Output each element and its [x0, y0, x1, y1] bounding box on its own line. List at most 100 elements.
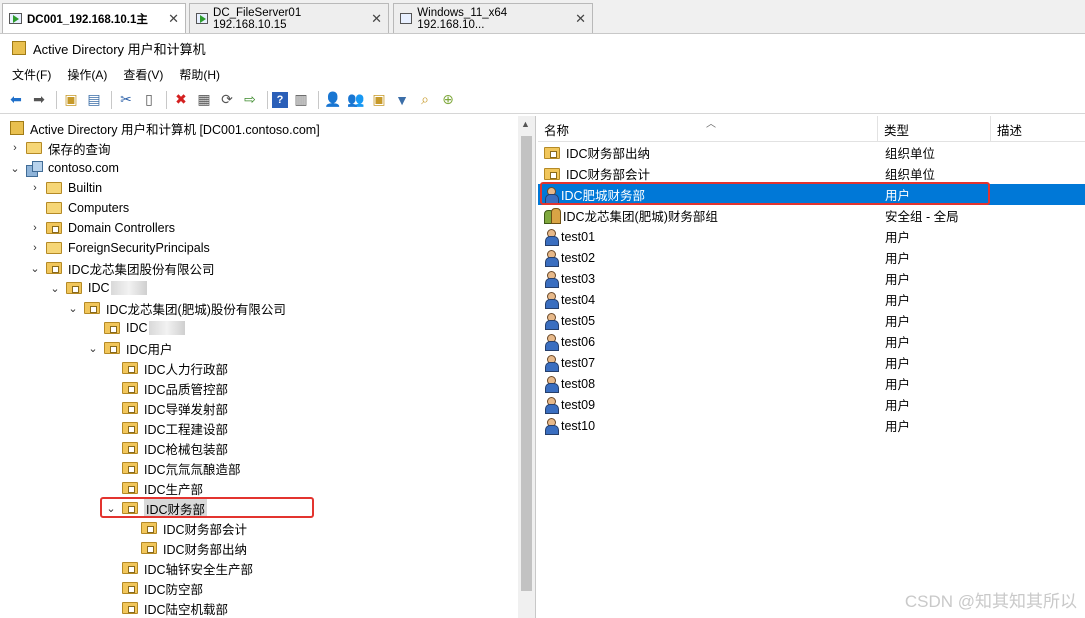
tree-item-foreign[interactable]: › ForeignSecurityPrincipals	[28, 238, 210, 258]
list-item-type: 用户	[885, 252, 911, 266]
list-item[interactable]: test02 用户	[538, 247, 1085, 268]
chevron-down-icon[interactable]: ⌄	[48, 282, 62, 295]
tree-item-domain-controllers[interactable]: › Domain Controllers	[28, 218, 175, 238]
tree-item-dept[interactable]: IDC导弹发射部	[122, 398, 228, 418]
tab-fileserver[interactable]: DC_FileServer01 192.168.10.15 ✕	[189, 3, 389, 33]
list-item[interactable]: IDC财务部会计 组织单位	[538, 163, 1085, 184]
tree-item-idc-redacted-2[interactable]: IDC	[104, 318, 185, 338]
list-item-type: 用户	[885, 336, 911, 350]
tree-root[interactable]: Active Directory 用户和计算机 [DC001.contoso.c…	[10, 118, 320, 138]
column-description[interactable]: 描述	[991, 116, 1085, 142]
chevron-right-icon[interactable]: ›	[8, 142, 22, 154]
list-item[interactable]: IDC肥城财务部 用户	[538, 184, 1085, 205]
list-item[interactable]: IDC龙芯集团(肥城)财务部组 安全组 - 全局	[538, 205, 1085, 226]
chevron-right-icon[interactable]: ›	[28, 182, 42, 194]
help-icon[interactable]: ?	[272, 91, 288, 108]
ou-icon	[84, 302, 100, 314]
tree-label: Computers	[68, 201, 130, 215]
tree-scrollbar[interactable]: ▲	[518, 116, 535, 618]
tab-label: DC_FileServer01 192.168.10.15	[213, 6, 302, 31]
tree-item-dept[interactable]: IDC陆空机载部	[122, 598, 228, 618]
chevron-down-icon[interactable]: ⌄	[28, 262, 42, 275]
menu-file[interactable]: 文件(F)	[12, 66, 51, 83]
chevron-down-icon[interactable]: ⌄	[8, 162, 22, 175]
list-item[interactable]: test07 用户	[538, 352, 1085, 373]
tree-item-dept[interactable]: IDC氘氚氚酿造部	[122, 458, 241, 478]
tree-item-domain[interactable]: ⌄ contoso.com	[8, 158, 119, 178]
list-item[interactable]: test08 用户	[538, 373, 1085, 394]
tree-item-finance[interactable]: ⌄ IDC财务部	[104, 498, 208, 518]
tree-item-idc-redacted[interactable]: ⌄ IDC	[48, 278, 147, 298]
chevron-right-icon[interactable]: ›	[28, 242, 42, 254]
tree-item-subsidiary[interactable]: ⌄ IDC龙芯集团(肥城)股份有限公司	[66, 298, 286, 318]
chevron-right-icon[interactable]: ›	[28, 222, 42, 234]
chevron-down-icon[interactable]: ⌄	[104, 502, 118, 515]
tab-dc001[interactable]: DC001_192.168.10.1主 ✕	[2, 3, 186, 33]
column-type[interactable]: 类型	[878, 116, 991, 142]
new-group-icon[interactable]: 👥	[346, 90, 366, 110]
scroll-up-icon[interactable]: ▲	[521, 119, 530, 129]
tree-label: contoso.com	[48, 161, 119, 175]
tree-item-dept[interactable]: IDC防空部	[122, 578, 203, 598]
list-item[interactable]: test06 用户	[538, 331, 1085, 352]
list-item[interactable]: test03 用户	[538, 268, 1085, 289]
tree-item-finance-child[interactable]: IDC财务部会计	[141, 518, 247, 538]
new-ou-icon[interactable]: ▣	[369, 90, 389, 110]
forward-arrow-icon[interactable]: ➡	[29, 90, 49, 110]
refresh-icon[interactable]: ⟳	[217, 90, 237, 110]
menu-help[interactable]: 帮助(H)	[179, 66, 220, 83]
list-item[interactable]: test09 用户	[538, 394, 1085, 415]
list-item[interactable]: test01 用户	[538, 226, 1085, 247]
cut-icon[interactable]: ✂	[116, 90, 136, 110]
show-tree-icon[interactable]: ▤	[84, 90, 104, 110]
list-item-label: test04	[561, 292, 596, 307]
tree-item-computers[interactable]: Computers	[46, 198, 129, 218]
column-name[interactable]: 名称 ︿	[538, 116, 878, 142]
tree-root-label: Active Directory 用户和计算机 [DC001.contoso.c…	[30, 122, 320, 137]
tree-item-dept[interactable]: IDC工程建设部	[122, 418, 228, 438]
menu-action[interactable]: 操作(A)	[67, 66, 107, 83]
list-item[interactable]: test10 用户	[538, 415, 1085, 436]
find-icon[interactable]: ⌕	[415, 90, 435, 110]
back-arrow-icon[interactable]: ⬅	[6, 90, 26, 110]
list-item[interactable]: IDC财务部出纳 组织单位	[538, 142, 1085, 163]
tab-windows11[interactable]: Windows_11_x64 192.168.10... ✕	[393, 3, 593, 33]
tree-item-company[interactable]: ⌄ IDC龙芯集团股份有限公司	[28, 258, 215, 278]
export-list-icon[interactable]: ⇨	[240, 90, 260, 110]
tree-item-dept[interactable]: IDC轴钚安全生产部	[122, 558, 253, 578]
list-pane[interactable]: 名称 ︿ 类型 描述 IDC财务部出纳 组织单位 IDC财务部会计 组织单位 IDC肥城…	[538, 116, 1085, 618]
delete-icon[interactable]: ✖	[171, 90, 191, 110]
folder-icon	[46, 202, 62, 214]
list-item[interactable]: test05 用户	[538, 310, 1085, 331]
tree-item-dept[interactable]: IDC枪械包装部	[122, 438, 228, 458]
scrollbar-thumb[interactable]	[521, 136, 532, 591]
menu-view[interactable]: 查看(V)	[123, 66, 163, 83]
tree-item-users-ou[interactable]: ⌄ IDC用户	[86, 338, 173, 358]
column-name-label: 名称	[544, 123, 570, 138]
up-folder-icon[interactable]: ▣	[61, 90, 81, 110]
add-to-group-icon[interactable]: ⊕	[438, 90, 458, 110]
tree-item-builtin[interactable]: › Builtin	[28, 178, 102, 198]
chevron-down-icon[interactable]: ⌄	[86, 342, 100, 355]
properties-icon[interactable]: ▦	[194, 90, 214, 110]
tree-item-finance-child[interactable]: IDC财务部出纳	[141, 538, 247, 558]
tree-item-saved-queries[interactable]: › 保存的查询	[8, 138, 111, 158]
console-icon[interactable]: ▥	[291, 90, 311, 110]
tree-pane[interactable]: Active Directory 用户和计算机 [DC001.contoso.c…	[0, 116, 536, 618]
tree-item-dept[interactable]: IDC人力行政部	[122, 358, 228, 378]
close-icon[interactable]: ✕	[363, 11, 382, 27]
toolbar-separator	[166, 90, 167, 109]
chevron-down-icon[interactable]: ⌄	[66, 302, 80, 315]
tree-label: IDC龙芯集团(肥城)股份有限公司	[106, 302, 286, 317]
list-item[interactable]: test04 用户	[538, 289, 1085, 310]
close-icon[interactable]: ✕	[160, 11, 179, 27]
tree-label: IDC	[126, 321, 148, 335]
close-icon[interactable]: ✕	[567, 11, 586, 27]
tree-item-dept[interactable]: IDC生产部	[122, 478, 203, 498]
filter-icon[interactable]: ▼	[392, 90, 412, 110]
new-user-icon[interactable]: 👤	[323, 90, 343, 110]
tree-item-dept[interactable]: IDC品质管控部	[122, 378, 228, 398]
copy-icon[interactable]: ▯	[139, 90, 159, 110]
toolbar-separator	[111, 90, 112, 109]
ou-icon	[122, 402, 138, 414]
